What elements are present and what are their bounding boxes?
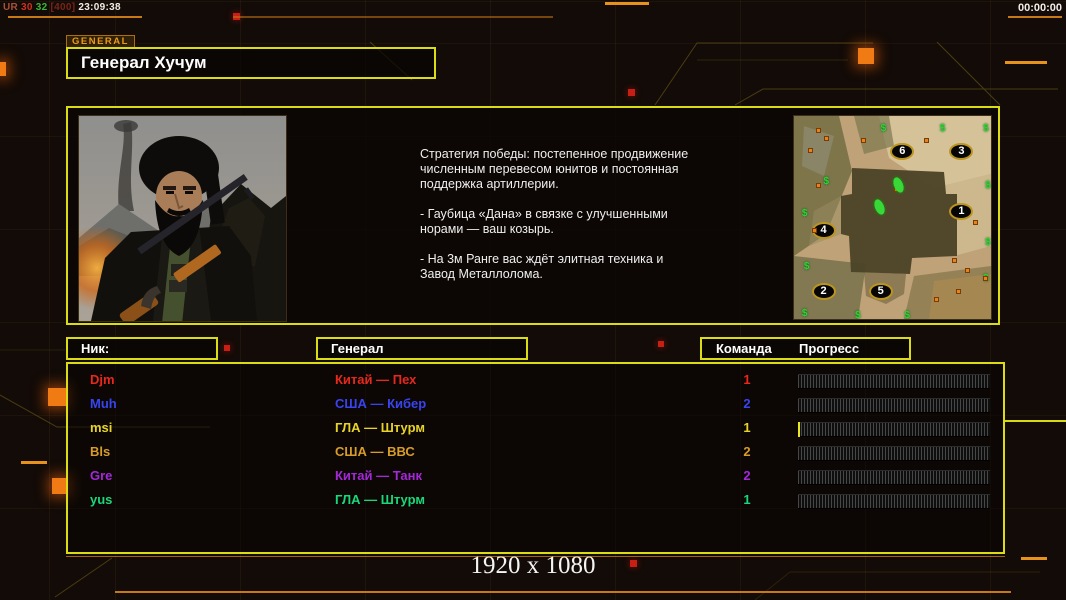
progress-bar [798, 470, 990, 485]
supply-dot-icon [823, 136, 829, 142]
money-icon: $ [803, 261, 810, 273]
player-general: ГЛА — Штурм [335, 420, 425, 435]
decor-line [8, 16, 142, 18]
briefing-paragraph: Стратегия победы: постепенное продвижени… [420, 147, 689, 191]
player-nick: Djm [90, 372, 115, 387]
header-team-progress: Команда Прогресс [700, 337, 911, 360]
decor-line [605, 2, 649, 5]
resolution-label: 1920 x 1080 [470, 552, 596, 579]
hud-segment: [400] [50, 2, 76, 13]
table-row: Muh США — Кибер 2 [68, 392, 1003, 416]
money-icon: $ [855, 309, 861, 321]
header-team: Команда [716, 341, 772, 356]
money-icon: $ [983, 123, 989, 135]
map-preview: 631425$$$$$$$$$$$$ [793, 115, 992, 320]
briefing-paragraph: - Гаубица «Дана» в связке с улучшенными … [420, 207, 668, 236]
player-general: Китай — Танк [335, 468, 422, 483]
player-nick: Gre [90, 468, 113, 483]
supply-dot-icon [807, 148, 813, 154]
supply-dot-icon [815, 182, 821, 188]
table-row: Djm Китай — Пех 1 [68, 368, 1003, 392]
player-team: 2 [743, 396, 751, 411]
supply-dot-icon [983, 276, 989, 282]
decor-square [48, 388, 66, 406]
player-general: Китай — Пех [335, 372, 417, 387]
supply-dot-icon [951, 258, 957, 264]
spawn-marker: 2 [811, 282, 836, 300]
supply-dot-icon [933, 296, 939, 302]
supply-dot-icon [815, 128, 821, 134]
player-general: США — ВВС [335, 444, 415, 459]
supply-dot-icon [973, 219, 979, 225]
table-row: msi ГЛА — Штурм 1 [68, 416, 1003, 440]
general-portrait [55, 115, 287, 326]
player-team: 1 [743, 492, 751, 507]
supply-dot-icon [965, 268, 971, 274]
player-table: Djm Китай — Пех 1 Muh США — Кибер 2 msi … [66, 362, 1005, 554]
hud-segment: 23:09:38 [78, 2, 121, 13]
table-row: yus ГЛА — Штурм 1 [68, 488, 1003, 512]
spawn-marker: 3 [949, 142, 974, 160]
table-row: Gre Китай — Танк 2 [68, 464, 1003, 488]
decor-square [858, 48, 874, 64]
hud-segment: UR [3, 2, 19, 13]
hud-segment: 30 [21, 2, 33, 13]
player-table-body: Djm Китай — Пех 1 Muh США — Кибер 2 msi … [68, 368, 1003, 512]
portrait-art [55, 116, 286, 326]
supply-dot-icon [955, 288, 961, 294]
player-team: 1 [743, 372, 751, 387]
decor-line [233, 16, 553, 18]
page-title: Генерал Хучум [66, 47, 436, 79]
progress-bar [798, 446, 990, 461]
player-nick: Muh [90, 396, 117, 411]
player-general: ГЛА — Штурм [335, 492, 425, 507]
player-nick: Bls [90, 444, 111, 459]
spawn-marker: 6 [890, 142, 915, 160]
table-row: Bls США — ВВС 2 [68, 440, 1003, 464]
money-icon: $ [801, 208, 808, 220]
header-general: Генерал [316, 337, 528, 360]
hud-session-info: UR 30 32 [400] 23:09:38 [3, 2, 124, 13]
progress-bar [798, 398, 990, 413]
decor-square [0, 62, 6, 76]
progress-bar [798, 494, 990, 509]
supply-dot-icon [924, 138, 930, 144]
player-nick: yus [90, 492, 113, 507]
decor-square-red [628, 89, 635, 96]
money-icon: $ [823, 175, 830, 187]
decor-square-red [658, 341, 664, 347]
header-progress: Прогресс [799, 341, 860, 356]
player-team: 2 [743, 468, 751, 483]
decor-square-red [224, 345, 230, 351]
header-nick: Ник: [66, 337, 218, 360]
decor-line [1005, 61, 1047, 64]
briefing-text: Стратегия победы: постепенное продвижени… [420, 147, 696, 297]
money-icon: $ [880, 123, 887, 135]
progress-bar [798, 374, 990, 389]
briefing-paragraph: - На 3м Ранге вас ждёт элитная техника и… [420, 252, 664, 281]
hud-segment: 32 [35, 2, 48, 13]
hud-timer: 00:00:00 [1017, 2, 1062, 14]
decor-line [115, 591, 1011, 593]
decor-line-yellow [1005, 420, 1066, 422]
money-icon: $ [939, 123, 946, 135]
money-icon: $ [904, 309, 910, 321]
supply-dot-icon [811, 227, 817, 233]
money-icon: $ [985, 236, 991, 248]
progress-bar-fill [798, 422, 801, 437]
progress-bar [798, 422, 990, 437]
money-icon: $ [985, 179, 991, 191]
decor-line [21, 461, 47, 464]
decor-line [1008, 16, 1062, 18]
money-icon: $ [801, 307, 808, 319]
player-general: США — Кибер [335, 396, 427, 411]
player-nick: msi [90, 420, 113, 435]
spawn-marker: 5 [868, 282, 893, 300]
player-team: 2 [743, 444, 751, 459]
supply-dot-icon [860, 138, 866, 144]
player-team: 1 [743, 420, 751, 435]
